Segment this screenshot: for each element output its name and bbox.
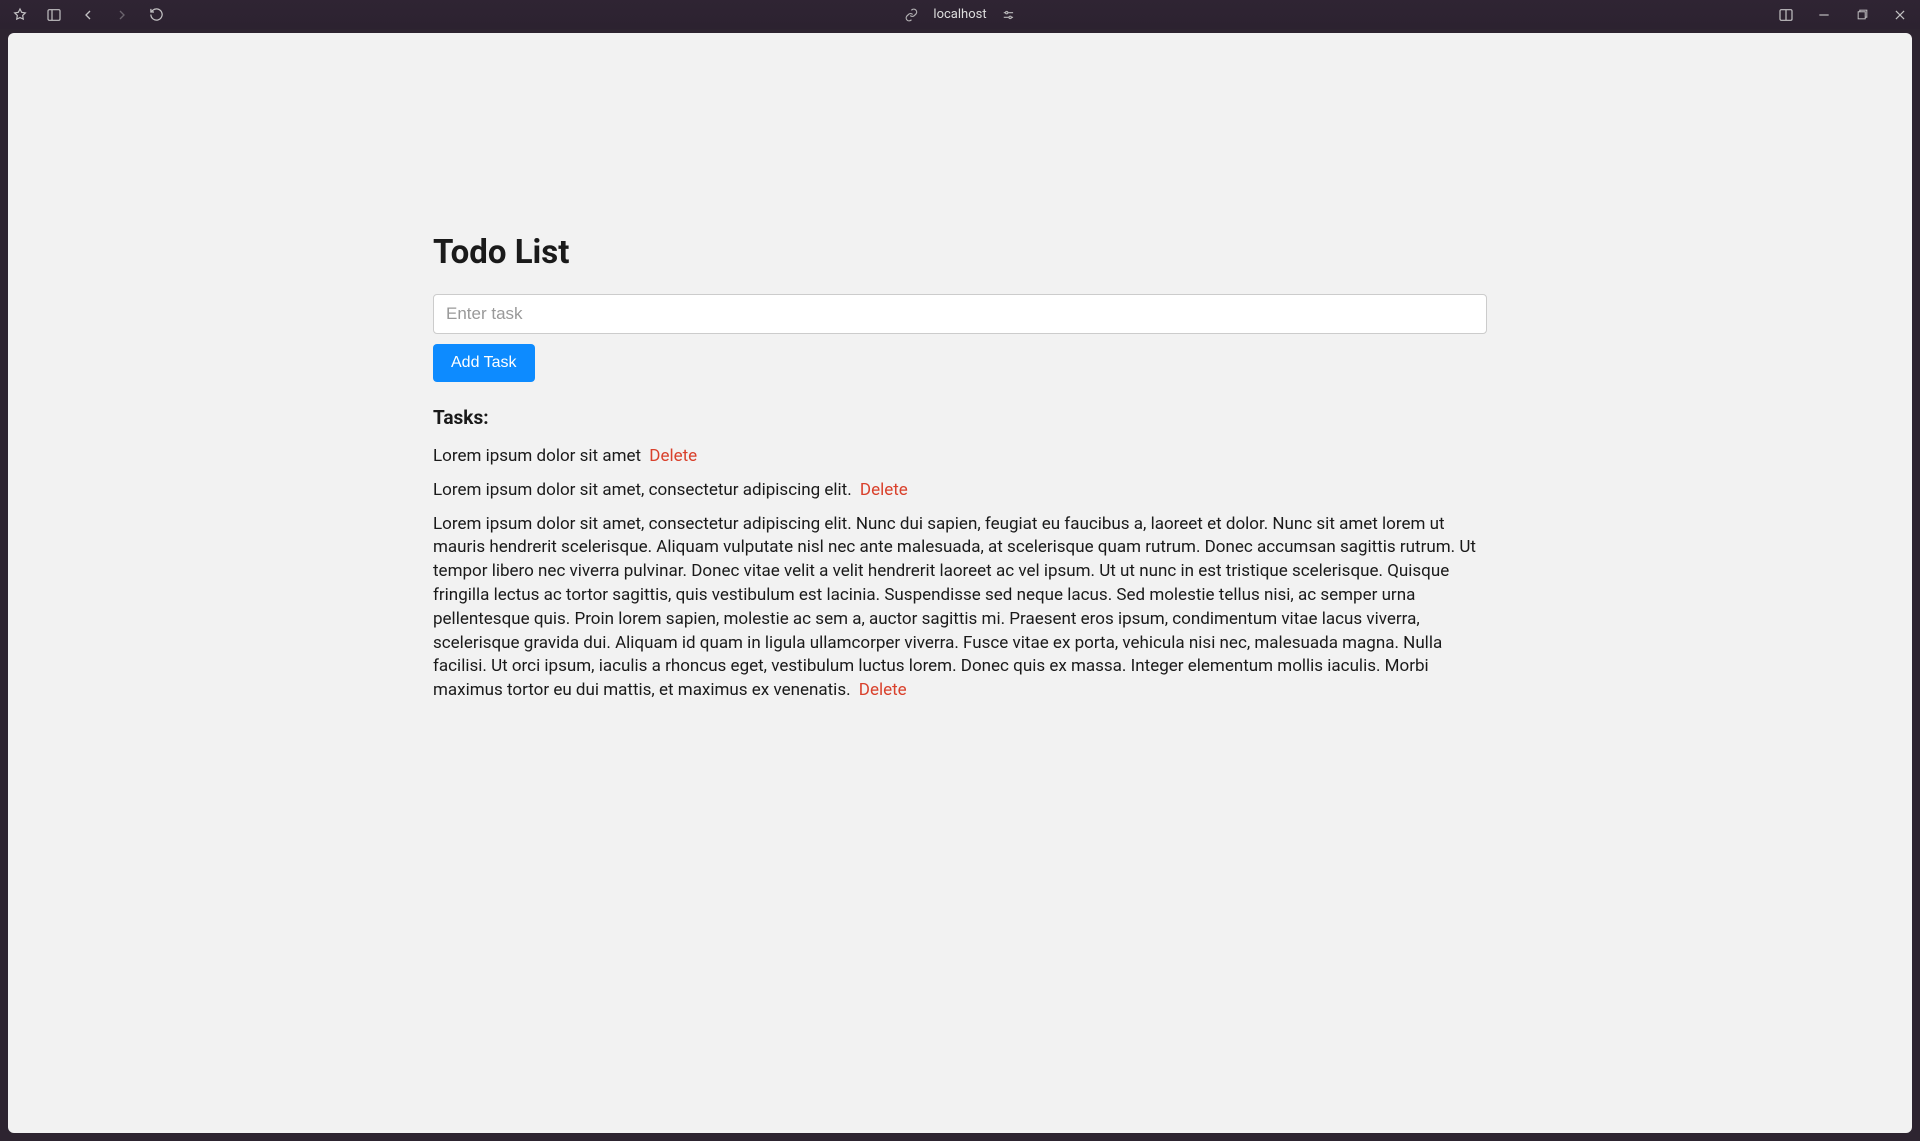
page-viewport: Todo List Add Task Tasks: Lorem ipsum do…: [8, 33, 1912, 1133]
forward-icon: [114, 7, 130, 23]
address-bar[interactable]: localhost: [903, 7, 1016, 23]
task-text: Lorem ipsum dolor sit amet, consectetur …: [433, 480, 856, 500]
task-text: Lorem ipsum dolor sit amet: [433, 446, 645, 466]
task-list: Lorem ipsum dolor sit amet DeleteLorem i…: [433, 445, 1487, 703]
page-title: Todo List: [433, 233, 1487, 272]
titlebar-right-controls: [1778, 7, 1908, 23]
sidebar-toggle-icon[interactable]: [46, 7, 62, 23]
link-icon: [903, 7, 919, 23]
add-task-button[interactable]: Add Task: [433, 344, 535, 382]
delete-link[interactable]: Delete: [860, 480, 908, 500]
task-item: Lorem ipsum dolor sit amet Delete: [433, 445, 1487, 469]
split-view-icon[interactable]: [1778, 7, 1794, 23]
app-logo-icon[interactable]: [12, 7, 28, 23]
url-label: localhost: [933, 7, 986, 22]
reload-icon[interactable]: [148, 7, 164, 23]
settings-sliders-icon[interactable]: [1001, 7, 1017, 23]
delete-link[interactable]: Delete: [649, 446, 697, 466]
page-content: Todo List Add Task Tasks: Lorem ipsum do…: [433, 33, 1487, 753]
tasks-heading: Tasks:: [433, 406, 1487, 429]
maximize-icon[interactable]: [1854, 7, 1870, 23]
task-text: Lorem ipsum dolor sit amet, consectetur …: [433, 514, 1476, 701]
task-input[interactable]: [433, 294, 1487, 334]
task-item: Lorem ipsum dolor sit amet, consectetur …: [433, 479, 1487, 503]
minimize-icon[interactable]: [1816, 7, 1832, 23]
delete-link[interactable]: Delete: [859, 680, 907, 700]
back-icon[interactable]: [80, 7, 96, 23]
titlebar-left-controls: [12, 7, 164, 23]
close-icon[interactable]: [1892, 7, 1908, 23]
browser-titlebar: localhost: [0, 0, 1920, 29]
task-item: Lorem ipsum dolor sit amet, consectetur …: [433, 513, 1487, 703]
